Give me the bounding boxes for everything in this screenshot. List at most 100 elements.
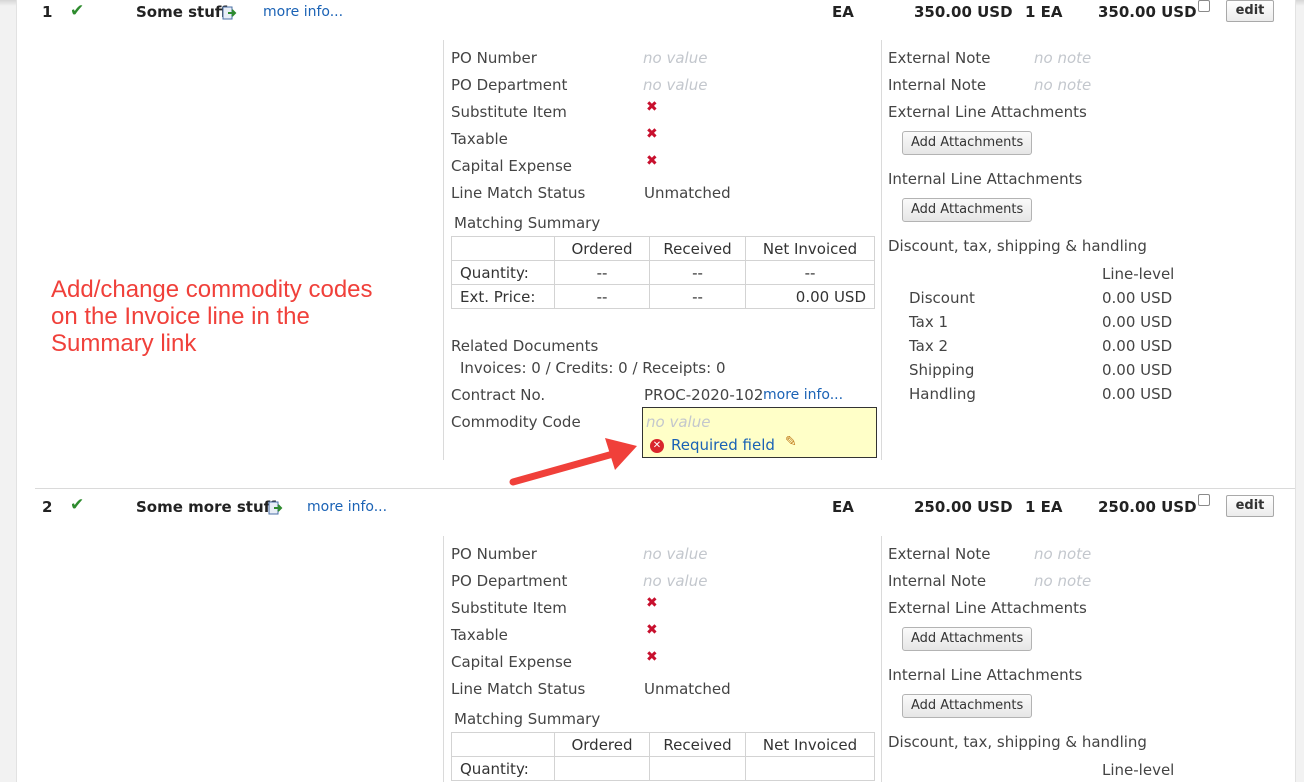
discount-tax-header: Discount, tax, shipping & handling bbox=[888, 237, 1147, 255]
column-header: Ordered bbox=[554, 236, 650, 261]
column-header: Net Invoiced bbox=[745, 732, 875, 757]
cell bbox=[554, 756, 650, 781]
table-row: Quantity: -- -- -- bbox=[451, 260, 875, 285]
shipping-label: Shipping bbox=[909, 361, 975, 379]
edit-button[interactable]: edit bbox=[1226, 0, 1274, 22]
x-mark-icon: ✖ bbox=[646, 649, 658, 665]
line-select-checkbox[interactable] bbox=[1198, 494, 1210, 506]
column-header: Ordered bbox=[554, 732, 650, 757]
substitute-item-label: Substitute Item bbox=[451, 103, 567, 121]
matching-summary-table: Ordered Received Net Invoiced Quantity: bbox=[451, 732, 875, 781]
more-info-link[interactable]: more info... bbox=[263, 4, 343, 20]
table-header-row: Ordered Received Net Invoiced bbox=[451, 732, 875, 757]
column-divider bbox=[881, 536, 882, 782]
related-documents-label: Related Documents bbox=[451, 337, 599, 355]
line-item-name: Some more stuff bbox=[136, 498, 276, 516]
po-department-value: no value bbox=[643, 76, 708, 94]
row-label: Ext. Price: bbox=[451, 284, 555, 309]
cell bbox=[745, 756, 875, 781]
document-arrow-icon[interactable] bbox=[222, 4, 238, 22]
line-match-status-label: Line Match Status bbox=[451, 680, 586, 698]
column-header: Received bbox=[649, 236, 746, 261]
discount-value: 0.00 USD bbox=[1102, 289, 1173, 307]
handling-label: Handling bbox=[909, 385, 976, 403]
column-header: Received bbox=[649, 732, 746, 757]
line-number: 1 bbox=[42, 3, 53, 21]
contract-more-info-link[interactable]: more info... bbox=[763, 387, 843, 403]
line-match-status-value: Unmatched bbox=[644, 680, 731, 698]
red-arrow-annotation bbox=[509, 438, 637, 486]
internal-note-value: no note bbox=[1034, 76, 1092, 94]
discount-label: Discount bbox=[909, 289, 975, 307]
po-department-label: PO Department bbox=[451, 572, 568, 590]
quantity: 1 EA bbox=[1025, 3, 1063, 21]
po-number-value: no value bbox=[643, 545, 708, 563]
row-label: Quantity: bbox=[451, 260, 555, 285]
pencil-edit-icon[interactable]: ✎ bbox=[785, 434, 797, 450]
edit-button[interactable]: edit bbox=[1226, 495, 1274, 517]
external-note-value: no note bbox=[1034, 545, 1092, 563]
add-internal-attachments-button[interactable]: Add Attachments bbox=[902, 694, 1033, 718]
capital-expense-label: Capital Expense bbox=[451, 653, 573, 671]
contract-no-value: PROC-2020-102 bbox=[644, 386, 764, 404]
uom: EA bbox=[832, 498, 854, 516]
check-icon: ✔ bbox=[70, 495, 85, 515]
tax1-label: Tax 1 bbox=[909, 313, 949, 331]
table-row: Ext. Price: -- -- 0.00 USD bbox=[451, 284, 875, 309]
cell bbox=[649, 756, 746, 781]
add-internal-attachments-button[interactable]: Add Attachments bbox=[902, 198, 1033, 222]
x-mark-icon: ✖ bbox=[646, 622, 658, 638]
extended-price: 350.00 USD bbox=[1098, 3, 1197, 21]
cell: -- bbox=[745, 260, 875, 285]
contract-no-label: Contract No. bbox=[451, 386, 546, 404]
taxable-label: Taxable bbox=[451, 626, 508, 644]
document-arrow-icon[interactable] bbox=[268, 499, 284, 517]
external-note-label: External Note bbox=[888, 545, 991, 563]
matching-summary-title: Matching Summary bbox=[454, 710, 601, 728]
line-select-checkbox[interactable] bbox=[1198, 0, 1210, 12]
line-number: 2 bbox=[42, 498, 53, 516]
add-external-attachments-button[interactable]: Add Attachments bbox=[902, 131, 1033, 155]
commodity-code-field[interactable]: no value ✕ Required field ✎ bbox=[642, 407, 877, 458]
po-department-label: PO Department bbox=[451, 76, 568, 94]
line-level-header: Line-level bbox=[1102, 265, 1175, 283]
discount-tax-header: Discount, tax, shipping & handling bbox=[888, 733, 1147, 751]
more-info-link[interactable]: more info... bbox=[307, 499, 387, 515]
internal-line-attachments-label: Internal Line Attachments bbox=[888, 170, 1083, 188]
annotation-callout: Add/change commodity codes on the Invoic… bbox=[51, 276, 373, 357]
line-match-status-label: Line Match Status bbox=[451, 184, 586, 202]
internal-note-value: no note bbox=[1034, 572, 1092, 590]
commodity-code-label: Commodity Code bbox=[451, 413, 581, 431]
po-number-value: no value bbox=[643, 49, 708, 67]
cell: -- bbox=[554, 260, 650, 285]
commodity-code-value: no value bbox=[646, 413, 711, 431]
po-number-label: PO Number bbox=[451, 49, 537, 67]
cell: -- bbox=[649, 260, 746, 285]
internal-note-label: Internal Note bbox=[888, 572, 987, 590]
unit-price: 250.00 USD bbox=[914, 498, 1013, 516]
internal-note-label: Internal Note bbox=[888, 76, 987, 94]
extended-price: 250.00 USD bbox=[1098, 498, 1197, 516]
cell: -- bbox=[554, 284, 650, 309]
column-divider bbox=[443, 40, 444, 460]
cell: 0.00 USD bbox=[745, 284, 875, 309]
required-error-icon: ✕ bbox=[650, 435, 664, 453]
line-match-status-value: Unmatched bbox=[644, 184, 731, 202]
column-divider bbox=[881, 40, 882, 460]
column-header: Net Invoiced bbox=[745, 236, 875, 261]
external-note-value: no note bbox=[1034, 49, 1092, 67]
tax1-value: 0.00 USD bbox=[1102, 313, 1173, 331]
uom: EA bbox=[832, 3, 854, 21]
row-label: Quantity: bbox=[451, 756, 555, 781]
table-header-row: Ordered Received Net Invoiced bbox=[451, 236, 875, 261]
po-number-label: PO Number bbox=[451, 545, 537, 563]
po-department-value: no value bbox=[643, 572, 708, 590]
tax2-value: 0.00 USD bbox=[1102, 337, 1173, 355]
x-mark-icon: ✖ bbox=[646, 153, 658, 169]
taxable-label: Taxable bbox=[451, 130, 508, 148]
substitute-item-label: Substitute Item bbox=[451, 599, 567, 617]
add-external-attachments-button[interactable]: Add Attachments bbox=[902, 627, 1033, 651]
required-field-link[interactable]: Required field bbox=[671, 436, 775, 454]
invoice-lines-panel: 1 ✔ Some stuff more info... EA 350.00 US… bbox=[16, 0, 1296, 782]
shipping-value: 0.00 USD bbox=[1102, 361, 1173, 379]
